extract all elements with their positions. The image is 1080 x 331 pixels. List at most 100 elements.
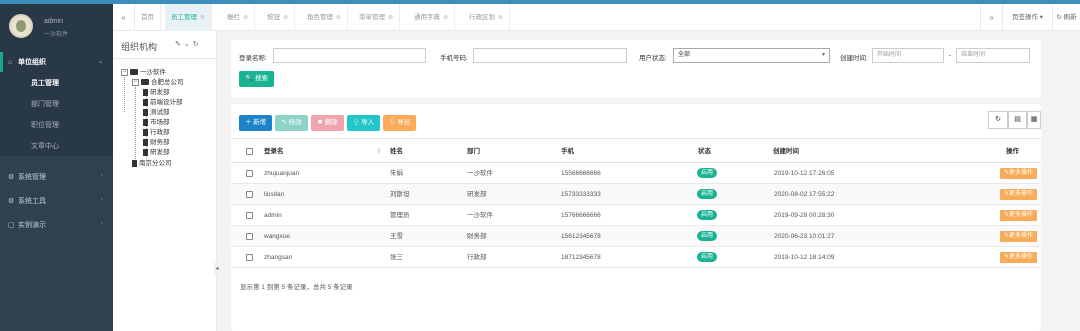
status-select[interactable]: 全部 ▾ [673, 48, 830, 63]
file-icon [143, 98, 148, 106]
cell-name: 张三 [390, 254, 403, 261]
tree-node-dept[interactable]: 测试部 [143, 108, 170, 117]
close-icon[interactable]: ⊗ [200, 15, 205, 21]
column-name[interactable]: 姓名 [390, 139, 403, 164]
tabs-scroll-right-icon[interactable]: » [980, 4, 1002, 31]
sidebar-item-employees[interactable]: 员工管理 [0, 72, 113, 93]
cell-dept: 一沙软件 [467, 212, 493, 219]
tree-node-dept[interactable]: 财务部 [143, 138, 170, 147]
chevron-down-icon: ⌄ [97, 59, 103, 65]
menu-head-tools[interactable]: ⚙ 系统工具 ‹ [0, 191, 113, 211]
sidebar-item-articles[interactable]: 文章中心 [0, 135, 113, 156]
cell-created: 2019-10-12 18:14:09 [774, 254, 835, 261]
tab-employees[interactable]: 员工管理 ⊗ [165, 4, 213, 31]
table-toggle-view-button[interactable]: ▤ [1008, 111, 1027, 129]
close-icon[interactable]: ⊗ [243, 15, 248, 21]
close-icon[interactable]: ⊗ [336, 15, 341, 21]
table-row[interactable]: zhujuanjuan 朱娟 一沙软件 15566666666 启用 2019-10-12… [231, 163, 1041, 184]
table-refresh-button[interactable]: ↻ [988, 111, 1008, 129]
page-operations-menu[interactable]: 页签操作 ▾ [1002, 4, 1052, 31]
more-actions-button[interactable]: ✎更多操作 [1000, 188, 1038, 200]
column-phone[interactable]: 手机 [561, 139, 574, 164]
login-name-input[interactable] [273, 48, 426, 63]
tree-node-branch[interactable]: 南京分公司 [132, 159, 172, 168]
tree-node-root[interactable]: − 一沙软件 [121, 68, 166, 77]
menu-head-org[interactable]: ⌂ 单位组织 ⌄ [0, 52, 113, 72]
tree-node-dept[interactable]: 研发部 [143, 148, 170, 157]
column-login[interactable]: 登录名 [264, 139, 284, 164]
end-time-input[interactable]: 结束时间 [956, 48, 1030, 63]
tree-line [124, 77, 125, 112]
menu-head-label: 实例演示 [18, 222, 46, 229]
cell-name: 刘斯坦 [390, 191, 410, 198]
tab-regions[interactable]: 行政区划 ⊗ [463, 4, 511, 31]
more-actions-button[interactable]: ✎更多操作 [1000, 209, 1038, 221]
tab-dictionary[interactable]: 通用字典 ⊗ [408, 4, 456, 31]
refresh-icon[interactable]: ↻ [193, 41, 202, 48]
cell-phone: 15766666666 [561, 212, 601, 219]
close-icon[interactable]: ⊗ [388, 15, 393, 21]
page-op-label: 页签操作 [1011, 14, 1038, 21]
start-time-input[interactable]: 开始时间 [872, 48, 944, 63]
cell-wrap: 启用 [697, 247, 718, 268]
tree-node-dept[interactable]: 市场部 [143, 118, 170, 127]
edit-icon[interactable]: ✎ [175, 41, 184, 48]
table-row[interactable]: zhangsan 张三 行政部 18712345678 启用 2019-10-12 18:… [231, 247, 1041, 268]
collapse-toggle-icon[interactable]: − [132, 78, 139, 86]
tree-node-label: 一沙软件 [140, 69, 166, 76]
refresh-button[interactable]: ↻ 刷新 [1052, 4, 1080, 31]
avatar[interactable] [9, 14, 33, 38]
table-row[interactable]: liusitan 刘斯坦 研发部 15733333333 启用 2020-08-02 17… [231, 184, 1041, 205]
column-dept[interactable]: 部门 [467, 139, 480, 164]
search-button[interactable]: 🔍 搜索 [239, 71, 274, 87]
chevron-down-icon: ▾ [821, 52, 825, 58]
import-button[interactable]: ⇧ 导入 [347, 115, 380, 131]
add-button[interactable]: ＋ 新增 [239, 115, 272, 131]
tab-roles[interactable]: 角色管理 ⊗ [301, 4, 349, 31]
tree-node-dept[interactable]: 行政部 [143, 128, 170, 137]
tab-label: 菜单管理 [359, 14, 385, 21]
menu-head-label: 系统管理 [18, 174, 46, 181]
table-row[interactable]: admin 管理员 一沙软件 15766666666 启用 2019-09-28 00:2… [231, 205, 1041, 226]
column-created[interactable]: 创建时间 [773, 139, 799, 164]
tree-node-branch[interactable]: − 合肥总公司 [132, 78, 184, 87]
delete-button[interactable]: ✖ 删除 [311, 115, 344, 131]
tree-node-label: 研发部 [150, 149, 170, 156]
more-actions-button[interactable]: ✎更多操作 [1000, 251, 1038, 263]
edit-button[interactable]: ✎ 修改 [275, 115, 308, 131]
export-button[interactable]: ⇩ 导出 [383, 115, 416, 131]
column-status[interactable]: 状态 [698, 139, 711, 164]
row-checkbox[interactable] [246, 212, 253, 219]
table-row[interactable]: wangxue 王雪 财务部 15612345678 启用 2020-06-23 10:0… [231, 226, 1041, 247]
menu-head-demo[interactable]: ▢ 实例演示 ‹ [0, 215, 113, 235]
tree-node-dept[interactable]: 研发部 [143, 88, 170, 97]
phone-input[interactable] [473, 48, 627, 63]
more-actions-button[interactable]: ✎更多操作 [1000, 167, 1038, 179]
close-icon[interactable]: ⊗ [498, 15, 503, 21]
edit-label: 修改 [288, 119, 302, 126]
tab-menus[interactable]: 菜单管理 ⊗ [353, 4, 401, 31]
tree-node-dept[interactable]: 前端设计部 [143, 98, 183, 107]
row-checkbox[interactable] [246, 170, 253, 177]
sidebar-item-departments[interactable]: 部门管理 [0, 93, 113, 114]
tabs-scroll-left-icon[interactable]: « [113, 4, 135, 31]
cell-login: liusitan [264, 191, 285, 198]
close-icon[interactable]: ⊗ [283, 15, 288, 21]
more-actions-button[interactable]: ✎更多操作 [1000, 230, 1038, 242]
tab-fence[interactable]: 栅栏 ⊗ [221, 4, 256, 31]
close-icon[interactable]: ⊗ [443, 15, 448, 21]
columns-menu-button[interactable]: ▦ [1027, 111, 1041, 129]
sort-icon[interactable]: ⇕ [376, 139, 381, 164]
row-checkbox[interactable] [246, 254, 253, 261]
row-checkbox[interactable] [246, 233, 253, 240]
sidebar-item-positions[interactable]: 职位管理 [0, 114, 113, 135]
menu-head-system[interactable]: ⚙ 系统管理 ‹ [0, 167, 113, 187]
tab-buttons[interactable]: 按钮 ⊗ [261, 4, 296, 31]
collapse-toggle-icon[interactable]: − [121, 68, 128, 76]
select-all-checkbox[interactable] [246, 148, 253, 155]
chevron-down-icon[interactable]: ⌄ [184, 41, 193, 48]
tab-home[interactable]: 首页 [135, 4, 161, 31]
user-name[interactable]: admin [44, 18, 63, 25]
row-checkbox[interactable] [246, 191, 253, 198]
panel-collapse-handle[interactable]: ◂ [214, 262, 220, 276]
